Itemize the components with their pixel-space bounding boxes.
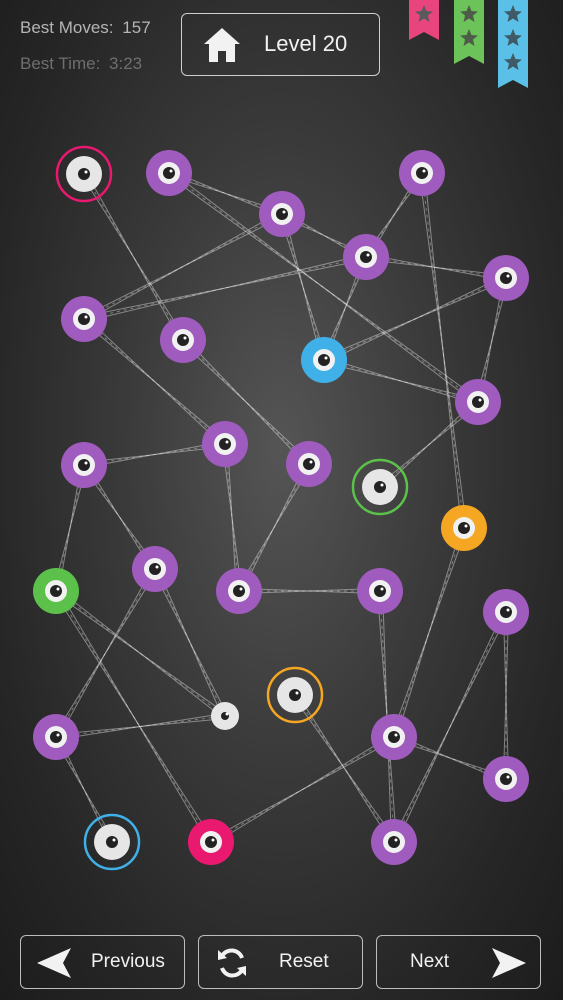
node-purple[interactable] bbox=[259, 191, 305, 237]
node-white[interactable] bbox=[266, 666, 324, 724]
edge bbox=[55, 712, 226, 741]
node-purple[interactable] bbox=[33, 714, 79, 760]
edge bbox=[323, 357, 479, 405]
node-white[interactable] bbox=[211, 702, 239, 730]
node-purple[interactable] bbox=[483, 255, 529, 301]
node-green[interactable] bbox=[33, 568, 79, 614]
node-purple[interactable] bbox=[146, 150, 192, 196]
node-purple[interactable] bbox=[286, 441, 332, 487]
next-label: Next bbox=[410, 951, 450, 972]
node-purple[interactable] bbox=[132, 546, 178, 592]
edge bbox=[53, 589, 214, 844]
edge bbox=[292, 693, 397, 844]
node-purple[interactable] bbox=[160, 317, 206, 363]
node-purple[interactable] bbox=[483, 589, 529, 635]
refresh-icon bbox=[218, 948, 246, 978]
reset-label: Reset bbox=[279, 951, 329, 972]
node-purple[interactable] bbox=[371, 819, 417, 865]
edge bbox=[82, 211, 284, 322]
node-purple[interactable] bbox=[455, 379, 501, 425]
edge bbox=[209, 734, 396, 845]
next-button[interactable]: Next bbox=[376, 935, 541, 989]
node-purple[interactable] bbox=[371, 714, 417, 760]
previous-label: Previous bbox=[91, 951, 165, 972]
edge bbox=[391, 527, 467, 738]
reset-button[interactable]: Reset bbox=[198, 935, 363, 989]
node-white[interactable] bbox=[351, 458, 409, 516]
edge bbox=[502, 611, 510, 780]
node-orange[interactable] bbox=[441, 505, 487, 551]
node-white[interactable] bbox=[55, 145, 113, 203]
edge bbox=[418, 172, 468, 529]
node-purple[interactable] bbox=[357, 568, 403, 614]
node-purple[interactable] bbox=[343, 234, 389, 280]
previous-button[interactable]: Previous bbox=[20, 935, 185, 989]
node-pink[interactable] bbox=[188, 819, 234, 865]
node-purple[interactable] bbox=[483, 756, 529, 802]
node-purple[interactable] bbox=[202, 421, 248, 467]
edges-layer bbox=[52, 170, 510, 845]
node-purple[interactable] bbox=[61, 296, 107, 342]
arrow-left-icon bbox=[37, 948, 71, 978]
edge bbox=[322, 275, 508, 363]
node-purple[interactable] bbox=[216, 568, 262, 614]
node-purple[interactable] bbox=[399, 150, 445, 196]
node-white[interactable] bbox=[83, 813, 141, 871]
arrow-right-icon bbox=[492, 948, 526, 978]
puzzle-board[interactable] bbox=[0, 0, 563, 930]
node-purple[interactable] bbox=[61, 442, 107, 488]
node-blue[interactable] bbox=[301, 337, 347, 383]
